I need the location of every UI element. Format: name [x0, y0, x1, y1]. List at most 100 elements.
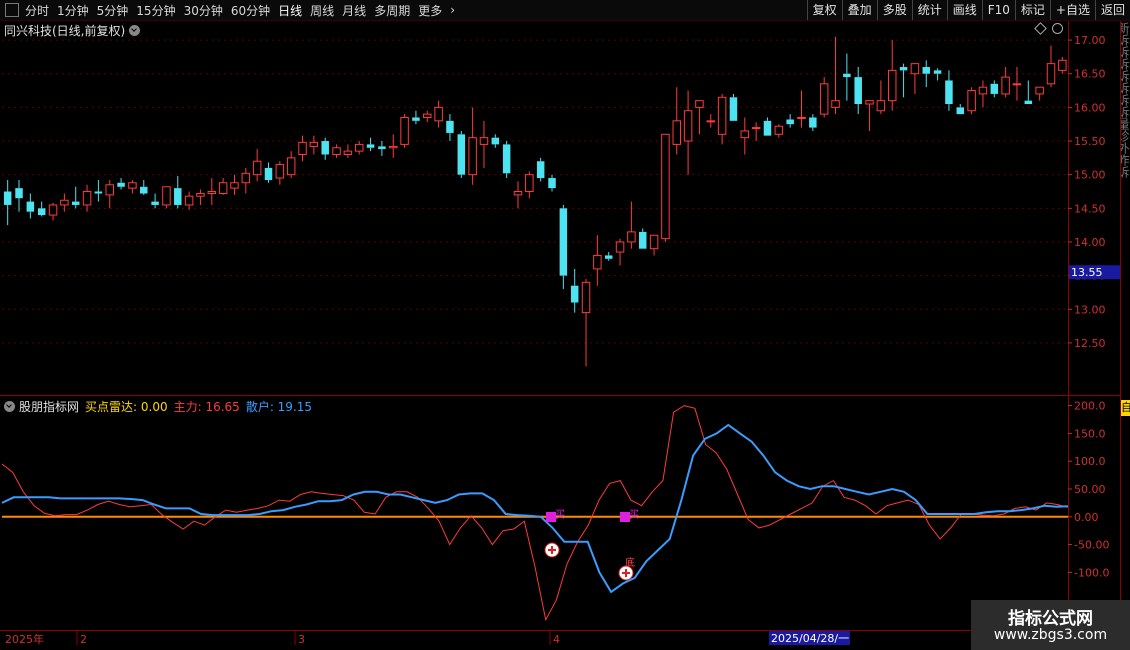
- candle-body-down: [570, 285, 579, 303]
- candle-body-down: [899, 67, 908, 71]
- candle-body-up: [581, 281, 591, 314]
- candle-body-down: [26, 201, 35, 212]
- period-tab-1[interactable]: 1分钟: [57, 2, 89, 19]
- toolbar-button-6[interactable]: 标记: [1014, 0, 1050, 20]
- candle-body-down: [151, 201, 159, 205]
- current-price-label: 13.55: [1071, 266, 1103, 279]
- side-panel-tag[interactable]: 自: [1121, 400, 1130, 416]
- toolbar-button-4[interactable]: 画线: [946, 0, 982, 20]
- date-axis: 2025年 2 3 4 2025/04/28/一: [5, 631, 850, 646]
- chevron-down-icon[interactable]: [4, 401, 15, 412]
- toolbar-button-3[interactable]: 统计: [911, 0, 947, 20]
- candle-body-up: [627, 231, 636, 243]
- main-force-line: [1, 405, 1069, 622]
- candle-body-up: [819, 83, 829, 115]
- circle-icon[interactable]: [1052, 23, 1063, 34]
- month-label: 3: [298, 633, 305, 646]
- toolbar-button-0[interactable]: 复权: [806, 0, 842, 20]
- candle-body-up: [525, 174, 534, 192]
- period-tab-5[interactable]: 60分钟: [231, 2, 270, 19]
- candle-body-up: [343, 150, 353, 155]
- indicator-name[interactable]: 股朋指标网: [19, 398, 79, 415]
- candle-body-up: [286, 157, 296, 176]
- candle-body-down: [457, 134, 466, 175]
- buy-signal-block: [546, 512, 556, 522]
- candle-body-up: [887, 69, 897, 102]
- toolbar-button-2[interactable]: 多股: [876, 0, 912, 20]
- watermark: 指标公式网 www.zbgs3.com: [971, 600, 1130, 650]
- candle-body-up: [479, 137, 489, 145]
- period-tab-4[interactable]: 30分钟: [184, 2, 223, 19]
- buy-signal-block: [620, 512, 630, 522]
- indicator-tick-label: 200.0: [1074, 400, 1106, 413]
- side-panel-tabs[interactable]: 新诉诉诉诉诉诉诉量诊外昨诉: [1121, 22, 1130, 394]
- candle-body-up: [48, 204, 58, 216]
- candle-body-up: [230, 182, 239, 189]
- price-tick-label: 14.00: [1074, 236, 1106, 249]
- diamond-icon[interactable]: [1034, 22, 1047, 35]
- indicator-tick-label: -100.0: [1074, 566, 1109, 579]
- buy-radar-value: 买点雷达: 0.00: [85, 400, 168, 414]
- main-force-value: 主力: 16.65: [173, 400, 240, 414]
- candle-body-down: [502, 144, 511, 174]
- month-label: 2: [80, 633, 87, 646]
- candle-body-down: [412, 117, 420, 121]
- menu-icon[interactable]: [5, 3, 19, 17]
- candle-body-up: [218, 182, 228, 195]
- candle-body-up: [128, 182, 137, 189]
- stock-title: 同兴科技(日线,前复权): [4, 22, 141, 39]
- period-tab-3[interactable]: 15分钟: [136, 2, 175, 19]
- signals: 买 买底: [544, 509, 639, 581]
- period-tab-7[interactable]: 周线: [310, 2, 334, 19]
- period-tab-2[interactable]: 5分钟: [97, 2, 129, 19]
- price-tick-label: 14.50: [1074, 202, 1106, 215]
- cursor-date-box: [769, 631, 850, 645]
- indicator-tick-label: 150.0: [1074, 427, 1106, 440]
- toolbar-button-5[interactable]: F10: [981, 0, 1015, 20]
- period-tab-10[interactable]: 更多: [418, 2, 442, 19]
- candle-body-up: [207, 190, 217, 195]
- period-tab-6[interactable]: 日线: [278, 2, 302, 19]
- period-tab-8[interactable]: 月线: [342, 2, 366, 19]
- toolbar-button-7[interactable]: +自选: [1049, 0, 1095, 20]
- toolbar-button-8[interactable]: 返回: [1094, 0, 1130, 20]
- candle-body-down: [140, 186, 148, 194]
- candle-body-up: [423, 113, 432, 118]
- price-tick-label: 17.00: [1074, 34, 1106, 47]
- period-tab-9[interactable]: 多周期: [374, 2, 410, 19]
- candle-body-down: [945, 80, 953, 105]
- retail-value: 散户: 19.15: [245, 400, 313, 414]
- candle-body-up: [241, 172, 251, 184]
- chevron-right-icon[interactable]: ›: [450, 3, 455, 17]
- toolbar-buttons: 复权 叠加 多股 统计 画线 F10 标记 +自选 返回: [806, 0, 1130, 20]
- candle-body-up: [60, 199, 69, 206]
- candle-body-up: [967, 90, 976, 112]
- candle-body-up: [717, 96, 727, 135]
- cursor-date-label: 2025/04/28/一: [771, 632, 849, 645]
- candle-body-up: [275, 164, 285, 179]
- candle-body-down: [491, 137, 500, 145]
- price-tick-label: 13.50: [1074, 270, 1106, 283]
- candle-body-up: [774, 125, 784, 135]
- candle-body-down: [366, 144, 375, 148]
- candle-body-up: [105, 184, 114, 196]
- candle-body-down: [956, 107, 965, 115]
- candle-body-up: [831, 100, 840, 108]
- plus-circle-icon: [618, 565, 634, 581]
- candle-body-up: [661, 133, 670, 240]
- candle-body-down: [94, 191, 103, 194]
- candle-body-up: [332, 147, 341, 155]
- candle-body-down: [264, 167, 273, 181]
- candle-body-up: [1046, 63, 1056, 85]
- candle-body-up: [298, 141, 307, 155]
- toolbar-button-1[interactable]: 叠加: [841, 0, 877, 20]
- candle-body-down: [174, 188, 182, 205]
- indicator-tick-label: 50.00: [1074, 483, 1106, 496]
- candle-body-down: [321, 141, 329, 155]
- buy-signal-label: 买: [555, 509, 565, 521]
- indicator-tick-label: 0.00: [1074, 511, 1099, 524]
- stock-title-text: 同兴科技(日线,前复权): [4, 24, 126, 38]
- candle-body-up: [1035, 86, 1044, 95]
- period-tab-0[interactable]: 分时: [25, 2, 49, 19]
- chevron-down-icon[interactable]: [129, 25, 141, 36]
